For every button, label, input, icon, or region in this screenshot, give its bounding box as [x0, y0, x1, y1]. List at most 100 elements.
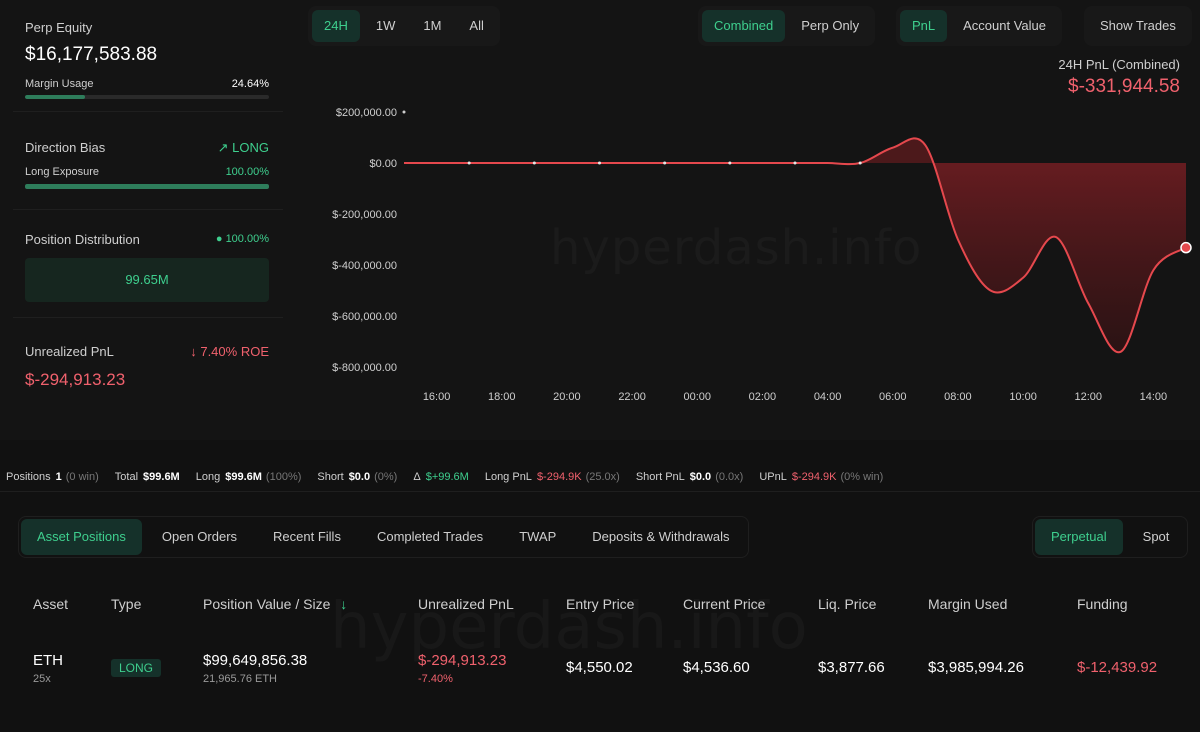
- data-point: [858, 161, 862, 165]
- unrealized-pnl-value: $-294,913.23: [25, 370, 126, 389]
- margin-usage-value: 24.64%: [231, 78, 269, 90]
- col-position-value[interactable]: Position Value / Size ↓: [203, 596, 347, 612]
- metric-tab-account-value[interactable]: Account Value: [951, 10, 1058, 42]
- row-liq: $3,877.66: [818, 659, 885, 676]
- x-tick-label: 14:00: [1140, 391, 1168, 403]
- position-distribution-bar[interactable]: 99.65M: [25, 258, 269, 302]
- stat-item: Short PnL $0.0 (0.0x): [636, 471, 743, 483]
- direction-bias-value-wrap: ↗ LONG: [218, 140, 269, 156]
- long-exposure-value: 100.00%: [225, 166, 269, 178]
- row-position-value: $99,649,856.38: [203, 652, 308, 669]
- tab-open-orders[interactable]: Open Orders: [146, 519, 253, 555]
- stat-value: 1: [55, 470, 62, 483]
- stat-label: Δ: [413, 470, 421, 483]
- tab-recent-fills[interactable]: Recent Fills: [257, 519, 357, 555]
- range-tab-1m[interactable]: 1M: [411, 10, 453, 42]
- data-point: [793, 161, 797, 165]
- top-section: Perp Equity $16,177,583.88 Margin Usage …: [0, 0, 1200, 440]
- position-distribution-card: Position Distribution ● 100.00% 99.65M: [13, 214, 283, 318]
- col-asset[interactable]: Asset: [33, 596, 68, 612]
- col-funding[interactable]: Funding: [1077, 596, 1128, 612]
- row-size: 21,965.76 ETH: [203, 673, 277, 685]
- col-current[interactable]: Current Price: [683, 596, 765, 612]
- stat-item: UPnL $-294.9K (0% win): [759, 471, 883, 483]
- x-tick-label: 22:00: [618, 391, 646, 403]
- stat-label: Short PnL: [635, 470, 685, 483]
- y-tick-label: $200,000.00: [336, 107, 397, 119]
- row-entry: $4,550.02: [566, 659, 633, 676]
- x-tick-label: 08:00: [944, 391, 972, 403]
- range-selector: 24H 1W 1M All: [308, 6, 500, 46]
- pnl-chart[interactable]: $200,000.00 $0.00 $-200,000.00 $-400,000.00…: [300, 95, 1200, 415]
- arrow-down-icon: ↓: [190, 344, 197, 359]
- col-entry[interactable]: Entry Price: [566, 596, 634, 612]
- pnl-chart-svg[interactable]: $200,000.00 $0.00 $-200,000.00 $-400,000.00…: [300, 95, 1200, 415]
- tab-spot[interactable]: Spot: [1127, 519, 1186, 555]
- stats-bar: Positions 1 (0 win) Total $99.6M Long $99.6M (1…: [0, 462, 1200, 492]
- y-tick-label: $0.00: [369, 158, 397, 170]
- roe-value: 7.40% ROE: [200, 344, 269, 359]
- show-trades-toggle: Show Trades: [1084, 6, 1192, 46]
- stat-muted: (0.0x): [715, 470, 744, 483]
- stat-label: Short: [317, 470, 344, 483]
- y-tick-label: $-200,000.00: [332, 209, 397, 221]
- margin-usage-bar: [25, 95, 269, 99]
- range-tab-1w[interactable]: 1W: [364, 10, 408, 42]
- col-margin[interactable]: Margin Used: [928, 596, 1007, 612]
- x-tick-label: 06:00: [879, 391, 907, 403]
- stat-item: Δ $+99.6M: [413, 471, 468, 483]
- range-tab-24h[interactable]: 24H: [312, 10, 360, 42]
- x-tick-label: 02:00: [749, 391, 777, 403]
- y-tick-label: $-400,000.00: [332, 260, 397, 272]
- stat-value: $-294.9K: [791, 470, 837, 483]
- row-asset[interactable]: ETH: [33, 652, 63, 669]
- y-tick-label: $-600,000.00: [332, 311, 397, 323]
- row-funding: $-12,439.92: [1077, 659, 1158, 676]
- dot-icon: ●: [215, 233, 223, 245]
- position-distribution-value: 100.00%: [225, 233, 269, 245]
- perp-equity-card: Perp Equity $16,177,583.88 Margin Usage …: [13, 0, 283, 112]
- row-leverage: 25x: [33, 673, 51, 685]
- table-row[interactable]: ETH 25x LONG $99,649,856.38 21,965.76 ET…: [0, 640, 1200, 700]
- row-current: $4,536.60: [683, 659, 750, 676]
- negative-area: [404, 163, 1186, 353]
- mode-tab-perp-only[interactable]: Perp Only: [789, 10, 871, 42]
- x-tick-label: 00:00: [683, 391, 711, 403]
- row-unrealized-pct: -7.40%: [418, 673, 453, 685]
- stat-muted: (100%): [265, 470, 302, 483]
- y-tick-label: $-800,000.00: [332, 362, 397, 374]
- long-exposure-label: Long Exposure: [25, 166, 99, 178]
- direction-bias-card: Direction Bias ↗ LONG Long Exposure 100.…: [13, 120, 283, 210]
- tab-completed-trades[interactable]: Completed Trades: [361, 519, 499, 555]
- range-tab-all[interactable]: All: [457, 10, 495, 42]
- stat-muted: (0 win): [65, 470, 99, 483]
- col-type[interactable]: Type: [111, 596, 141, 612]
- unrealized-pnl-label: Unrealized PnL: [25, 344, 114, 359]
- tab-perpetual[interactable]: Perpetual: [1035, 519, 1123, 555]
- stat-item: Positions 1 (0 win): [6, 471, 99, 483]
- tab-deposits-withdrawals[interactable]: Deposits & Withdrawals: [576, 519, 745, 555]
- data-point: [663, 161, 667, 165]
- data-point: [728, 161, 732, 165]
- sort-down-icon[interactable]: ↓: [340, 596, 347, 612]
- tab-asset-positions[interactable]: Asset Positions: [21, 519, 142, 555]
- data-point: [598, 161, 601, 165]
- long-exposure-fill: [25, 184, 269, 189]
- x-tick-label: 16:00: [423, 391, 451, 403]
- stat-muted: (25.0x): [585, 470, 620, 483]
- stat-value: $-294.9K: [536, 470, 582, 483]
- show-trades-button[interactable]: Show Trades: [1088, 10, 1188, 42]
- stat-item: Total $99.6M: [115, 471, 180, 483]
- row-unrealized: $-294,913.23: [418, 652, 507, 669]
- row-type-badge: LONG: [111, 659, 162, 677]
- direction-bias-label: Direction Bias: [25, 140, 106, 155]
- stat-item: Long $99.6M (100%): [196, 471, 302, 483]
- mode-tab-combined[interactable]: Combined: [702, 10, 786, 42]
- metric-tab-pnl[interactable]: PnL: [900, 10, 948, 42]
- stat-value: $0.0: [348, 470, 371, 483]
- tab-twap[interactable]: TWAP: [503, 519, 572, 555]
- col-unrealized[interactable]: Unrealized PnL: [418, 596, 514, 612]
- stat-muted: (0%): [374, 470, 398, 483]
- stat-label: Total: [114, 470, 139, 483]
- col-liq[interactable]: Liq. Price: [818, 596, 876, 612]
